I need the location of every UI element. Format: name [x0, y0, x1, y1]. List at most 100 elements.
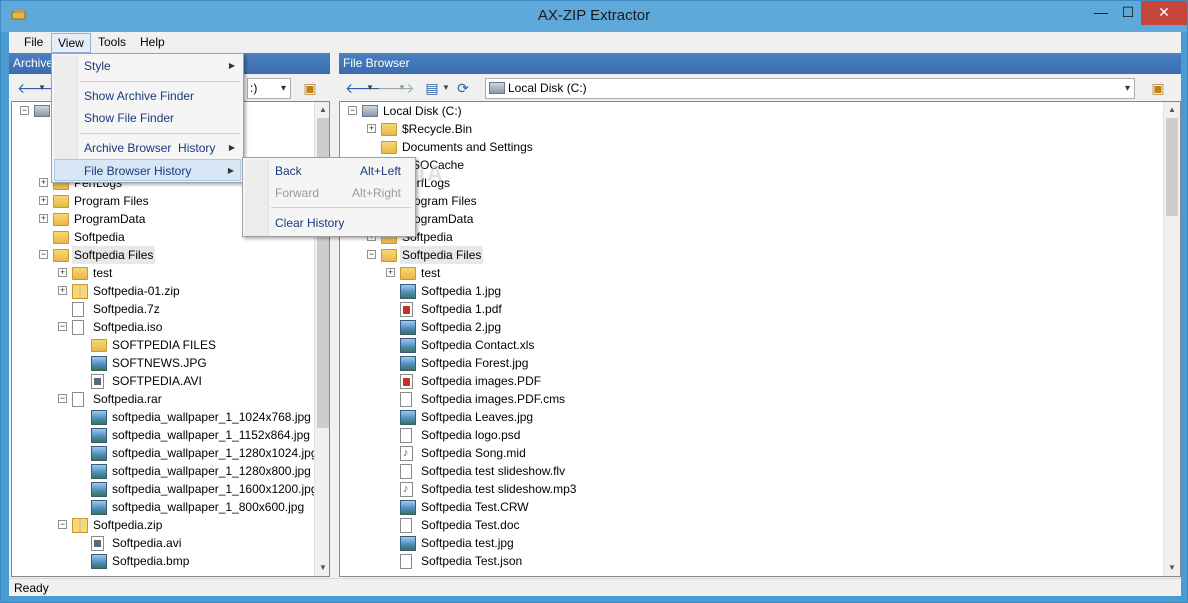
expand-icon[interactable]: +	[39, 178, 48, 187]
archive-row[interactable]: softpedia_wallpaper_1_800x600.jpg	[12, 498, 329, 516]
archive-row[interactable]: − Softpedia.rar	[12, 390, 329, 408]
expand-icon[interactable]: +	[58, 268, 67, 277]
archive-path-combo[interactable]: :) ▾	[247, 78, 291, 99]
file-row[interactable]: + test	[340, 264, 1180, 282]
tree-item-label: SOFTPEDIA.AVI	[112, 374, 202, 388]
archive-row[interactable]: + test	[12, 264, 329, 282]
refresh-icon[interactable]: ⟳	[454, 79, 472, 97]
menu-item-forward[interactable]: Forward Alt+Right	[245, 182, 413, 204]
minimize-button[interactable]: —	[1087, 1, 1115, 25]
scroll-up-icon[interactable]: ▲	[315, 102, 329, 118]
archive-row[interactable]: softpedia_wallpaper_1_1024x768.jpg	[12, 408, 329, 426]
file-row[interactable]: Softpedia images.PDF	[340, 372, 1180, 390]
scroll-thumb[interactable]	[1166, 118, 1178, 216]
archive-row[interactable]: Softpedia.bmp	[12, 552, 329, 570]
archive-row[interactable]: SOFTPEDIA.AVI	[12, 372, 329, 390]
collapse-icon[interactable]: −	[367, 250, 376, 259]
file-row[interactable]: Softpedia Test.json	[340, 552, 1180, 570]
collapse-icon[interactable]: −	[348, 106, 357, 115]
expand-icon[interactable]: +	[386, 268, 395, 277]
file-row[interactable]: Softpedia 1.pdf	[340, 300, 1180, 318]
back-dropdown-icon[interactable]: ▼	[366, 79, 374, 97]
scroll-down-icon[interactable]: ▼	[1164, 560, 1180, 576]
file-row[interactable]: Softpedia logo.psd	[340, 426, 1180, 444]
menu-item-archive-browser-history[interactable]: Archive Browser History ▶	[54, 137, 241, 159]
folder-up-icon[interactable]: ▣	[1149, 79, 1167, 97]
file-path-text: Local Disk (C:)	[508, 81, 587, 95]
archive-row[interactable]: SOFTNEWS.JPG	[12, 354, 329, 372]
collapse-icon[interactable]: −	[20, 106, 29, 115]
file-row[interactable]: − Local Disk (C:)	[340, 102, 1180, 120]
file-row[interactable]: Softpedia test slideshow.mp3	[340, 480, 1180, 498]
archive-row[interactable]: softpedia_wallpaper_1_1280x1024.jpg	[12, 444, 329, 462]
close-button[interactable]: ✕	[1141, 1, 1187, 25]
menu-item-show-file-finder[interactable]: Show File Finder	[54, 107, 241, 129]
archive-row[interactable]: − Softpedia.zip	[12, 516, 329, 534]
file-row[interactable]: +Softpedia	[340, 228, 1180, 246]
file-row[interactable]: Softpedia Test.CRW	[340, 498, 1180, 516]
file-row[interactable]: Softpedia Contact.xls	[340, 336, 1180, 354]
archive-row[interactable]: Softpedia.7z	[12, 300, 329, 318]
archive-row[interactable]: + Softpedia-01.zip	[12, 282, 329, 300]
file-row[interactable]: +ProgramData	[340, 210, 1180, 228]
file-row[interactable]: Softpedia test slideshow.flv	[340, 462, 1180, 480]
collapse-icon[interactable]: −	[58, 394, 67, 403]
maximize-button[interactable]: ☐	[1115, 1, 1141, 25]
menu-item-file-browser-history[interactable]: File Browser History ▶	[54, 159, 241, 181]
collapse-icon[interactable]: −	[58, 520, 67, 529]
title-bar[interactable]: AX-ZIP Extractor — ☐ ✕	[1, 1, 1187, 32]
forward-dropdown-icon[interactable]: ▼	[398, 79, 406, 97]
file-row[interactable]: Softpedia test.jpg	[340, 534, 1180, 552]
file-row[interactable]: Softpedia images.PDF.cms	[340, 390, 1180, 408]
file-row[interactable]: Documents and Settings	[340, 138, 1180, 156]
file-row[interactable]: Softpedia Forest.jpg	[340, 354, 1180, 372]
menu-item-back[interactable]: Back Alt+Left	[245, 160, 413, 182]
collapse-icon[interactable]: −	[58, 322, 67, 331]
menu-file[interactable]: File	[18, 33, 49, 53]
drive-select-icon[interactable]: ▤	[423, 79, 441, 97]
folder-up-icon[interactable]: ▣	[301, 79, 319, 97]
archive-row[interactable]: softpedia_wallpaper_1_1600x1200.jpg	[12, 480, 329, 498]
aud-icon	[400, 480, 413, 498]
collapse-icon[interactable]: −	[39, 250, 48, 259]
file-row[interactable]: Softpedia Test.doc	[340, 516, 1180, 534]
file-row[interactable]: PerfLogs	[340, 174, 1180, 192]
file-row[interactable]: +Program Files	[340, 192, 1180, 210]
menu-tools[interactable]: Tools	[92, 33, 132, 53]
archive-row[interactable]: softpedia_wallpaper_1_1152x864.jpg	[12, 426, 329, 444]
back-arrow-icon[interactable]: 🡐	[17, 79, 55, 97]
scroll-down-icon[interactable]: ▼	[315, 560, 329, 576]
file-row[interactable]: Softpedia 2.jpg	[340, 318, 1180, 336]
menu-item-style[interactable]: Style ▶	[54, 55, 241, 77]
file-row[interactable]: Softpedia Leaves.jpg	[340, 408, 1180, 426]
file-row[interactable]: +MSOCache	[340, 156, 1180, 174]
file-path-combo[interactable]: Local Disk (C:) ▾	[485, 78, 1135, 99]
menu-item-clear-history[interactable]: Clear History	[245, 212, 413, 234]
back-dropdown-icon[interactable]: ▼	[38, 79, 46, 97]
menu-item-show-archive-finder[interactable]: Show Archive Finder	[54, 85, 241, 107]
file-row[interactable]: Softpedia Song.mid	[340, 444, 1180, 462]
forward-arrow-icon[interactable]: 🡒	[377, 79, 415, 97]
expand-icon[interactable]: +	[39, 196, 48, 205]
scroll-up-icon[interactable]: ▲	[1164, 102, 1180, 118]
menu-view[interactable]: View	[51, 33, 91, 53]
expand-icon[interactable]: +	[367, 124, 376, 133]
file-browser-tree[interactable]: − Local Disk (C:) + $Recycle.Bin Documents a…	[339, 101, 1181, 577]
tree-item-label: Softpedia Files	[400, 246, 484, 264]
archive-row[interactable]: SOFTPEDIA FILES	[12, 336, 329, 354]
file-icon	[400, 518, 412, 533]
panel-splitter[interactable]	[330, 53, 339, 577]
file-row[interactable]: + $Recycle.Bin	[340, 120, 1180, 138]
archive-row[interactable]: − Softpedia Files	[12, 246, 329, 264]
back-arrow-icon[interactable]: 🡐	[345, 79, 383, 97]
file-row[interactable]: Softpedia 1.jpg	[340, 282, 1180, 300]
archive-row[interactable]: − Softpedia.iso	[12, 318, 329, 336]
archive-row[interactable]: softpedia_wallpaper_1_1280x800.jpg	[12, 462, 329, 480]
file-tree-scrollbar[interactable]: ▲ ▼	[1163, 102, 1180, 576]
expand-icon[interactable]: +	[39, 214, 48, 223]
drive-dropdown-icon[interactable]: ▼	[442, 79, 450, 97]
menu-help[interactable]: Help	[134, 33, 171, 53]
expand-icon[interactable]: +	[58, 286, 67, 295]
file-row[interactable]: − Softpedia Files	[340, 246, 1180, 264]
archive-row[interactable]: Softpedia.avi	[12, 534, 329, 552]
